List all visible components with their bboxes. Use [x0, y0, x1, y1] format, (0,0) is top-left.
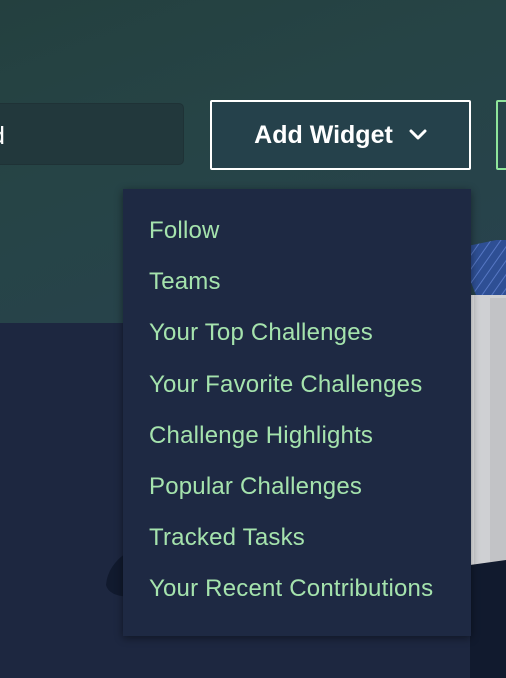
menu-item-tracked-tasks[interactable]: Tracked Tasks [123, 512, 471, 563]
add-widget-button[interactable]: Add Widget [210, 100, 471, 170]
menu-item-teams[interactable]: Teams [123, 256, 471, 307]
add-widget-dropdown-menu: Follow Teams Your Top Challenges Your Fa… [123, 189, 471, 636]
menu-item-follow[interactable]: Follow [123, 205, 471, 256]
menu-item-your-favorite-challenges[interactable]: Your Favorite Challenges [123, 359, 471, 410]
add-widget-label: Add Widget [254, 120, 393, 149]
chevron-down-icon [409, 129, 427, 141]
search-input[interactable]: d [0, 103, 184, 165]
menu-item-popular-challenges[interactable]: Popular Challenges [123, 461, 471, 512]
menu-item-your-top-challenges[interactable]: Your Top Challenges [123, 307, 471, 358]
menu-item-challenge-highlights[interactable]: Challenge Highlights [123, 410, 471, 461]
search-input-text: d [0, 122, 5, 151]
menu-item-your-recent-contributions[interactable]: Your Recent Contributions [123, 563, 471, 614]
secondary-action-button[interactable] [496, 100, 506, 170]
